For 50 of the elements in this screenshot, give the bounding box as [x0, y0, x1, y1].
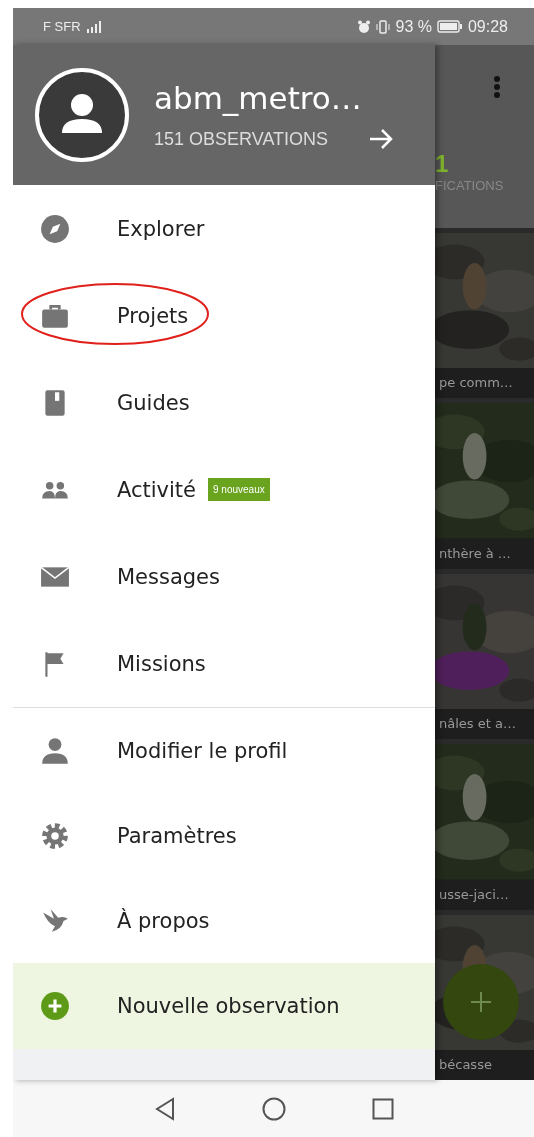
menu-label: À propos: [117, 908, 210, 933]
compass-icon: [40, 213, 70, 244]
recents-icon[interactable]: [371, 1097, 394, 1120]
menu-item[interactable]: Messages: [13, 533, 435, 620]
tile-caption: nthère à …: [438, 544, 512, 563]
plus-icon: [470, 991, 492, 1013]
menu-item[interactable]: Missions: [13, 620, 435, 707]
alarm-icon: [357, 19, 372, 34]
vibrate-icon: [376, 19, 391, 34]
person-icon: [40, 735, 70, 766]
menu-label: Guides: [117, 390, 190, 415]
username[interactable]: abm_metro…: [154, 80, 395, 116]
menu-label: Messages: [117, 564, 220, 589]
observation-count[interactable]: 151 OBSERVATIONS: [154, 128, 329, 150]
menu-item[interactable]: Paramètres: [13, 793, 435, 878]
menu-item[interactable]: Guides: [13, 359, 435, 446]
gear-icon: [40, 820, 70, 851]
observation-tile[interactable]: nâles et a…: [435, 573, 534, 740]
more-options-icon[interactable]: [493, 75, 501, 99]
new-count-badge: 9 nouveaux: [208, 478, 270, 501]
menu-item[interactable]: Explorer: [13, 185, 435, 272]
menu-label: Modifier le profil: [117, 738, 288, 763]
home-icon[interactable]: [261, 1096, 286, 1121]
clock: 09:28: [467, 17, 508, 36]
observation-tile[interactable]: pe comm…: [435, 233, 534, 399]
tile-caption: pe comm…: [438, 374, 514, 393]
tile-caption: nâles et a…: [438, 715, 517, 734]
tile-caption: usse-jaci…: [438, 885, 510, 904]
back-icon[interactable]: [153, 1096, 176, 1121]
menu-label: Missions: [117, 651, 206, 676]
add-circle-icon: [40, 991, 70, 1021]
battery-icon: [436, 20, 463, 33]
battery-percent: 93 %: [395, 17, 432, 36]
menu-label: Paramètres: [117, 823, 237, 848]
avatar-icon[interactable]: [34, 67, 130, 163]
menu-item[interactable]: Projets: [13, 272, 435, 359]
observation-tile[interactable]: usse-jaci…: [435, 744, 534, 910]
tile-caption: bécasse: [438, 1056, 493, 1075]
menu-label: Projets: [117, 303, 189, 328]
menu-item[interactable]: À propos: [13, 878, 435, 963]
menu-label: Explorer: [117, 216, 205, 241]
menu-label: Nouvelle observation: [117, 994, 340, 1018]
signal-icon: [85, 20, 102, 33]
arrow-right-icon[interactable]: [368, 128, 395, 150]
menu-label: Activité: [117, 477, 197, 502]
menu-item[interactable]: Modifier le profil: [13, 708, 435, 793]
carrier-name: F SFR: [43, 19, 81, 34]
new-observation-item[interactable]: Nouvelle observation: [13, 963, 435, 1049]
menu-item[interactable]: Activité 9 nouveaux: [13, 446, 435, 533]
observation-tile[interactable]: nthère à …: [435, 403, 534, 569]
